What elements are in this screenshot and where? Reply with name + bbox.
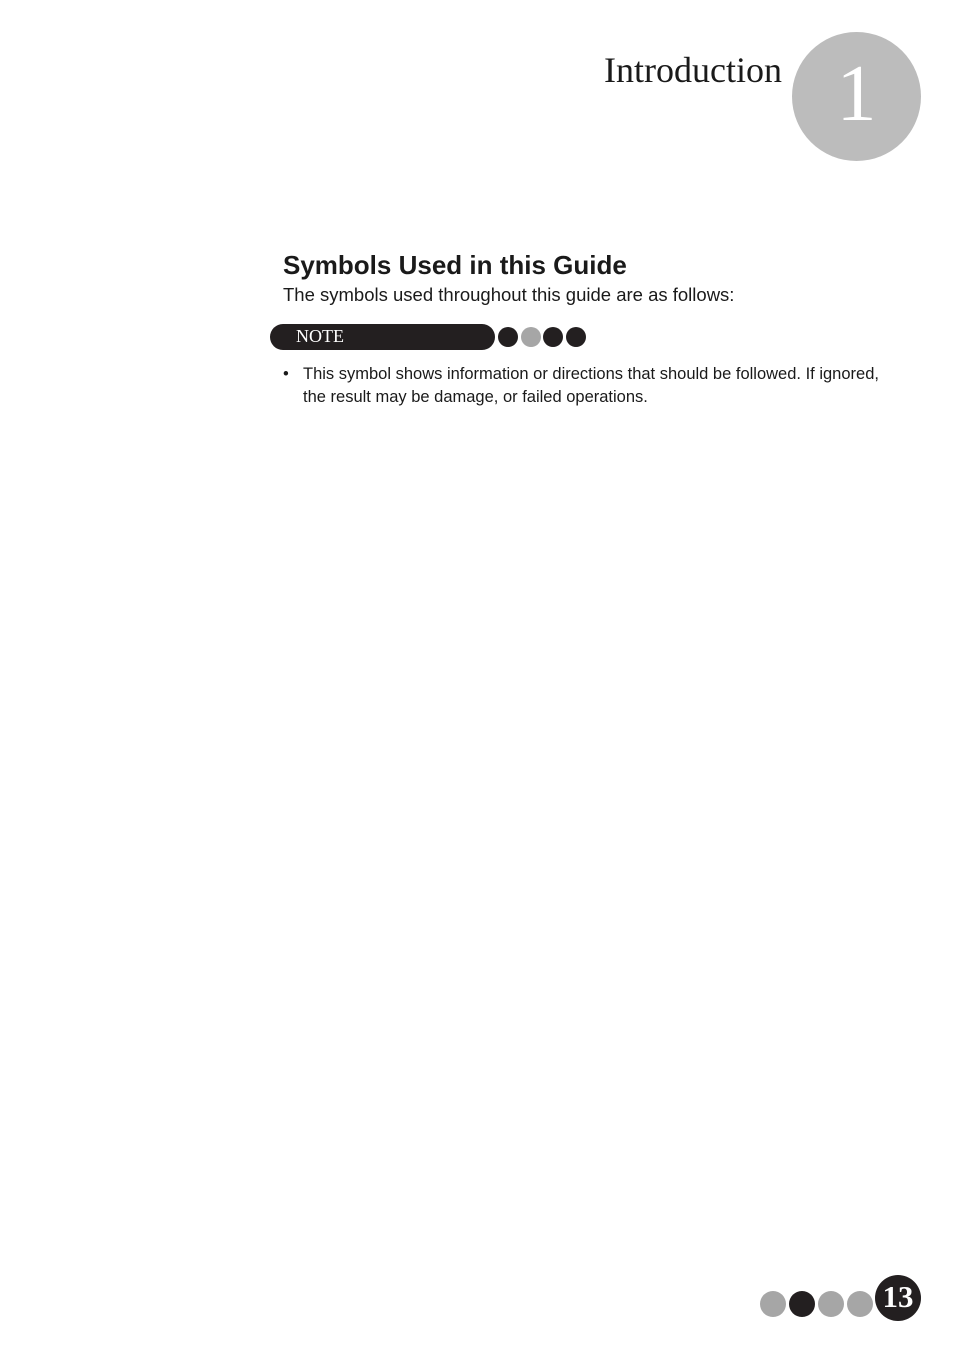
note-symbol-bar: NOTE [270, 324, 495, 350]
note-symbol-label: NOTE [296, 326, 344, 346]
chapter-title: Introduction [604, 50, 782, 90]
chapter-number: 1 [836, 50, 877, 138]
bullet-icon: • [283, 365, 289, 383]
bullet-list: • This symbol shows information or direc… [283, 363, 883, 409]
bullet-text: This symbol shows information or directi… [303, 365, 879, 406]
section-intro: The symbols used throughout this guide a… [283, 284, 735, 305]
footer-dot-1 [760, 1291, 786, 1317]
note-dot-1 [498, 327, 518, 347]
footer-dot-4 [847, 1291, 873, 1317]
footer-dot-2 [789, 1291, 815, 1317]
list-item: • This symbol shows information or direc… [283, 363, 883, 409]
note-dot-4 [566, 327, 586, 347]
footer-dot-3 [818, 1291, 844, 1317]
chapter-number-badge: 1 [792, 32, 921, 161]
note-dot-2 [521, 327, 541, 347]
section-heading: Symbols Used in this Guide [283, 250, 627, 280]
note-dot-3 [543, 327, 563, 347]
page-number-badge: 13 [875, 1275, 921, 1321]
page-number: 13 [882, 1279, 914, 1314]
